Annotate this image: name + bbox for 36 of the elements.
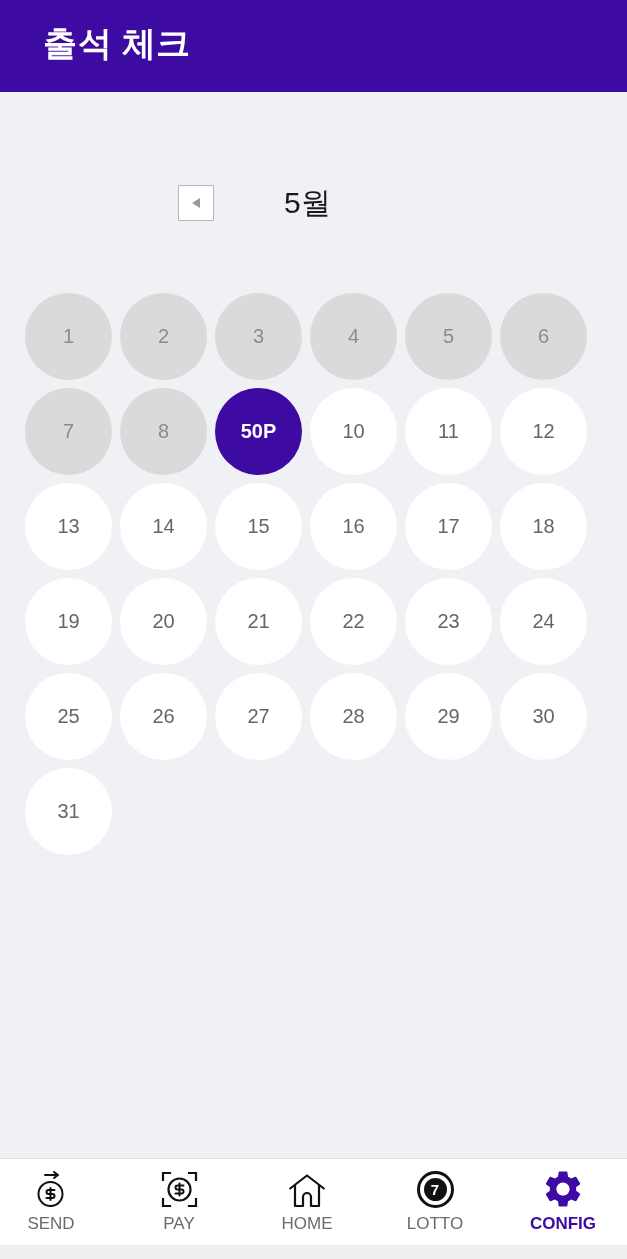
day-circle[interactable]: 13 bbox=[25, 483, 112, 570]
day-circle[interactable]: 24 bbox=[500, 578, 587, 665]
day-circle[interactable]: 16 bbox=[310, 483, 397, 570]
nav-tab[interactable]: SEND bbox=[0, 1159, 102, 1245]
previous-month-button[interactable] bbox=[178, 185, 214, 221]
reward-day-circle[interactable]: 50P bbox=[215, 388, 302, 475]
day-circle[interactable]: 10 bbox=[310, 388, 397, 475]
day-circle[interactable]: 18 bbox=[500, 483, 587, 570]
day-circle[interactable]: 23 bbox=[405, 578, 492, 665]
month-label: 5월 bbox=[284, 184, 331, 221]
day-circle[interactable]: 11 bbox=[405, 388, 492, 475]
nav-tab[interactable]: CONFIG bbox=[512, 1159, 614, 1245]
day-circle[interactable]: 25 bbox=[25, 673, 112, 760]
day-circle[interactable]: 30 bbox=[500, 673, 587, 760]
house-icon bbox=[288, 1174, 326, 1208]
day-circle[interactable]: 15 bbox=[215, 483, 302, 570]
day-circle[interactable]: 21 bbox=[215, 578, 302, 665]
day-circle[interactable]: 20 bbox=[120, 578, 207, 665]
day-circle[interactable]: 26 bbox=[120, 673, 207, 760]
day-circle[interactable]: 14 bbox=[120, 483, 207, 570]
nav-tab[interactable]: 7 LOTTO bbox=[384, 1159, 486, 1245]
day-circle[interactable]: 28 bbox=[310, 673, 397, 760]
day-circle[interactable]: 22 bbox=[310, 578, 397, 665]
day-circle[interactable]: 29 bbox=[405, 673, 492, 760]
day-circle[interactable]: 31 bbox=[25, 768, 112, 855]
dollar-scan-icon bbox=[160, 1171, 198, 1208]
day-circle[interactable]: 12 bbox=[500, 388, 587, 475]
triangle-left-icon bbox=[192, 198, 200, 208]
ball-number: 7 bbox=[423, 1178, 447, 1201]
day-circle[interactable]: 17 bbox=[405, 483, 492, 570]
day-circle[interactable]: 19 bbox=[25, 578, 112, 665]
dollar-coin-arrow-icon bbox=[37, 1171, 65, 1208]
nav-tab[interactable]: PAY bbox=[128, 1159, 230, 1245]
day-circle[interactable]: 27 bbox=[215, 673, 302, 760]
nav-tab[interactable]: HOME bbox=[256, 1159, 358, 1245]
page-title: 출석 체크 bbox=[43, 23, 191, 64]
